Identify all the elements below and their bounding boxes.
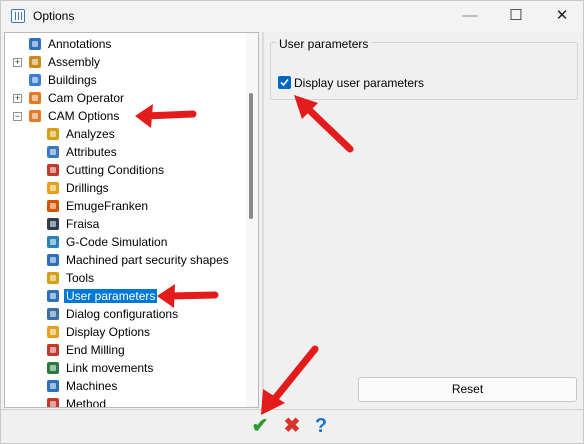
cam-options-icon xyxy=(27,108,43,124)
close-button[interactable]: ✕ xyxy=(539,1,584,31)
tree-item-link-movements[interactable]: Link movements xyxy=(5,359,245,377)
link-movements-icon xyxy=(45,360,61,376)
tree-item-cam-operator[interactable]: + Cam Operator xyxy=(5,89,245,107)
options-tree[interactable]: Method Machines Link movements End Milling D… xyxy=(4,32,259,408)
tools-icon xyxy=(45,270,61,286)
tree-item-end-milling[interactable]: End Milling xyxy=(5,341,245,359)
tree-item-label: G-Code Simulation xyxy=(66,235,168,249)
tree-item-label: Machines xyxy=(66,379,118,393)
machines-icon xyxy=(45,378,61,394)
end-milling-icon xyxy=(45,342,61,358)
tree-item-label: Analyzes xyxy=(66,127,115,141)
analyzes-icon xyxy=(45,126,61,142)
tree-item-emugefranken[interactable]: EmugeFranken xyxy=(5,197,245,215)
tree-item-method[interactable]: Method xyxy=(5,395,245,408)
tree-item-label: Drillings xyxy=(66,181,109,195)
display-user-parameters-checkbox[interactable] xyxy=(278,76,291,89)
tree-item-annotations[interactable]: Annotations xyxy=(5,35,245,53)
expand-icon[interactable]: + xyxy=(13,94,22,103)
arrow-annotation-user-parameters xyxy=(157,284,219,308)
tree-item-label: Annotations xyxy=(48,37,112,51)
tree-item-buildings[interactable]: Buildings xyxy=(5,71,245,89)
display-options-icon xyxy=(45,324,61,340)
title-bar[interactable]: Options — ☐ ✕ xyxy=(1,1,583,31)
tree-item-label: Fraisa xyxy=(66,217,100,231)
tree-item-label: End Milling xyxy=(66,343,125,357)
dialog-configurations-icon xyxy=(45,306,61,322)
drillings-icon xyxy=(45,180,61,196)
tree-item-drillings[interactable]: Drillings xyxy=(5,179,245,197)
security-shapes-icon xyxy=(45,252,61,268)
buildings-icon xyxy=(27,72,43,88)
gcode-simulation-icon xyxy=(45,234,61,250)
expand-icon[interactable]: + xyxy=(13,58,22,67)
reset-button[interactable]: Reset xyxy=(358,377,577,402)
user-parameters-icon xyxy=(45,288,61,304)
attributes-icon xyxy=(45,144,61,160)
tree-item-analyzes[interactable]: Analyzes xyxy=(5,125,245,143)
tree-item-cam-options[interactable]: − CAM Options xyxy=(5,107,245,125)
display-user-parameters-label[interactable]: Display user parameters xyxy=(294,76,424,90)
tree-item-cutting-conditions[interactable]: Cutting Conditions xyxy=(5,161,245,179)
cam-operator-icon xyxy=(27,90,43,106)
tree-item-display-options[interactable]: Display Options xyxy=(5,323,245,341)
tree-item-label: Cutting Conditions xyxy=(66,163,165,177)
tree-item-label: Method xyxy=(66,397,107,408)
group-title: User parameters xyxy=(276,37,372,51)
tree-item-label: Assembly xyxy=(48,55,101,69)
tree-item-label: CAM Options xyxy=(48,109,120,123)
emugefranken-icon xyxy=(45,198,61,214)
tree-item-label: Tools xyxy=(66,271,95,285)
window-title: Options xyxy=(33,9,75,23)
method-icon xyxy=(45,396,61,407)
tree-item-label: Attributes xyxy=(66,145,117,159)
options-window: Options — ☐ ✕ Method Machines Link movemen… xyxy=(0,0,584,444)
assembly-icon xyxy=(27,54,43,70)
fraisa-icon xyxy=(45,216,61,232)
maximize-button[interactable]: ☐ xyxy=(493,1,539,31)
tree-item-assembly[interactable]: + Assembly xyxy=(5,53,245,71)
tree-item-label: Link movements xyxy=(66,361,154,375)
minimize-button[interactable]: — xyxy=(447,1,493,31)
arrow-annotation-cam-options xyxy=(135,104,197,128)
tree-item-label: User parameters xyxy=(64,289,158,303)
settings-sliders-icon xyxy=(11,9,25,23)
cutting-conditions-icon xyxy=(45,162,61,178)
tree-item-machined-part-security-shapes[interactable]: Machined part security shapes xyxy=(5,251,245,269)
tree-item-label: Cam Operator xyxy=(48,91,125,105)
arrow-annotation-ok xyxy=(261,345,319,415)
tree-item-label: Machined part security shapes xyxy=(66,253,229,267)
tree-item-label: Buildings xyxy=(48,73,97,87)
tree-item-fraisa[interactable]: Fraisa xyxy=(5,215,245,233)
tree-scrollbar-thumb[interactable] xyxy=(249,93,253,219)
tree-item-g-code-simulation[interactable]: G-Code Simulation xyxy=(5,233,245,251)
tree-item-machines[interactable]: Machines xyxy=(5,377,245,395)
tree-item-label: Display Options xyxy=(66,325,151,339)
collapse-icon[interactable]: − xyxy=(13,112,22,121)
arrow-annotation-checkbox xyxy=(294,95,354,153)
tree-item-attributes[interactable]: Attributes xyxy=(5,143,245,161)
tree-item-label: EmugeFranken xyxy=(66,199,149,213)
annotations-icon xyxy=(27,36,43,52)
